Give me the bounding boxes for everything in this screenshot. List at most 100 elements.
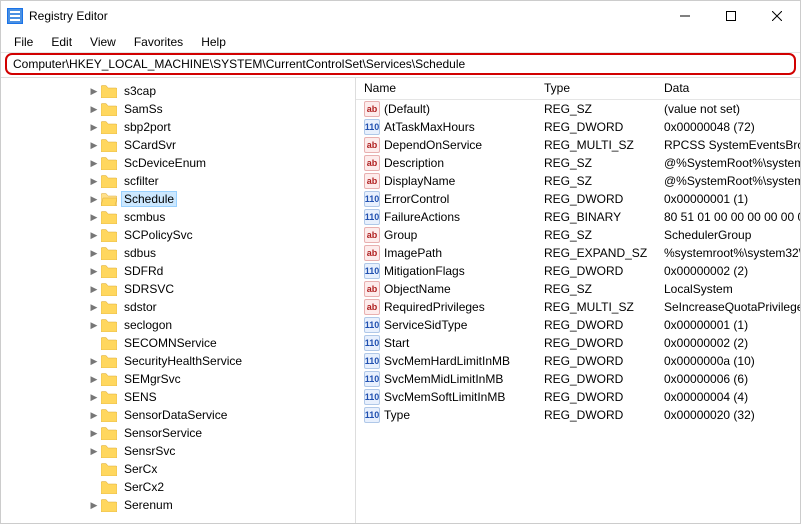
value-type: REG_SZ (536, 156, 656, 170)
tree-item[interactable]: ▶ScDeviceEnum (1, 154, 355, 172)
value-data: 0x0000000a (10) (656, 354, 800, 368)
list-row[interactable]: 110StartREG_DWORD0x00000002 (2) (356, 334, 800, 352)
tree-item[interactable]: SECOMNService (1, 334, 355, 352)
chevron-right-icon[interactable]: ▶ (87, 248, 101, 259)
chevron-right-icon[interactable]: ▶ (87, 104, 101, 115)
column-header-data[interactable]: Data (656, 78, 800, 99)
folder-icon (101, 481, 117, 494)
tree-item[interactable]: ▶SensorService (1, 424, 355, 442)
list-row[interactable]: 110SvcMemSoftLimitInMBREG_DWORD0x0000000… (356, 388, 800, 406)
maximize-button[interactable] (708, 1, 754, 31)
tree-item[interactable]: SerCx2 (1, 478, 355, 496)
menu-help[interactable]: Help (192, 35, 235, 49)
tree-item[interactable]: ▶scmbus (1, 208, 355, 226)
list-row[interactable]: abDescriptionREG_SZ@%SystemRoot%\system3… (356, 154, 800, 172)
value-data: 0x00000001 (1) (656, 318, 800, 332)
tree-item-label: s3cap (121, 84, 159, 98)
chevron-right-icon[interactable]: ▶ (87, 410, 101, 421)
tree-item[interactable]: ▶SENS (1, 388, 355, 406)
column-header-name[interactable]: Name (356, 78, 536, 99)
chevron-right-icon[interactable]: ▶ (87, 446, 101, 457)
close-button[interactable] (754, 1, 800, 31)
chevron-right-icon[interactable]: ▶ (87, 500, 101, 511)
tree-item[interactable]: ▶sbp2port (1, 118, 355, 136)
value-name: Group (384, 228, 417, 242)
value-data: 0x00000002 (2) (656, 264, 800, 278)
folder-icon (101, 445, 117, 458)
chevron-right-icon[interactable]: ▶ (87, 374, 101, 385)
list-row[interactable]: ab(Default)REG_SZ(value not set) (356, 100, 800, 118)
chevron-right-icon[interactable]: ▶ (87, 320, 101, 331)
menu-view[interactable]: View (81, 35, 125, 49)
tree-item[interactable]: ▶ s3cap (1, 82, 355, 100)
chevron-right-icon[interactable]: ▶ (87, 158, 101, 169)
tree-item[interactable]: ▶SEMgrSvc (1, 370, 355, 388)
tree-item[interactable]: ▶SensorDataService (1, 406, 355, 424)
tree-item[interactable]: ▶SCPolicySvc (1, 226, 355, 244)
tree-item[interactable]: ▶SDFRd (1, 262, 355, 280)
binary-value-icon: 110 (364, 191, 380, 207)
value-name-cell: ab Group (356, 227, 536, 243)
folder-icon (101, 121, 117, 134)
value-data: 0x00000006 (6) (656, 372, 800, 386)
chevron-right-icon[interactable]: ▶ (87, 284, 101, 295)
list-row[interactable]: abDisplayNameREG_SZ@%SystemRoot%\system3… (356, 172, 800, 190)
chevron-right-icon[interactable]: ▶ (87, 86, 101, 97)
tree-item[interactable]: ▶SecurityHealthService (1, 352, 355, 370)
list-row[interactable]: abImagePathREG_EXPAND_SZ%systemroot%\sys… (356, 244, 800, 262)
chevron-right-icon[interactable]: ▶ (87, 266, 101, 277)
list-row[interactable]: 110ErrorControlREG_DWORD0x00000001 (1) (356, 190, 800, 208)
list-row[interactable]: 110AtTaskMaxHoursREG_DWORD0x00000048 (72… (356, 118, 800, 136)
chevron-right-icon[interactable]: ▶ (87, 140, 101, 151)
tree-item[interactable]: ▶scfilter (1, 172, 355, 190)
chevron-right-icon[interactable]: ▶ (87, 356, 101, 367)
chevron-right-icon[interactable]: ▶ (87, 230, 101, 241)
minimize-button[interactable] (662, 1, 708, 31)
chevron-right-icon[interactable]: ▶ (87, 176, 101, 187)
tree-item-label: SerCx2 (121, 480, 167, 494)
list-row[interactable]: abDependOnServiceREG_MULTI_SZRPCSS Syste… (356, 136, 800, 154)
chevron-right-icon[interactable]: ▶ (87, 302, 101, 313)
binary-value-icon: 110 (364, 317, 380, 333)
value-name-cell: 110MitigationFlags (356, 263, 536, 279)
binary-value-icon: 110 (364, 209, 380, 225)
value-data: 80 51 01 00 00 00 00 00 00 00 00 00 03 0… (656, 210, 800, 224)
chevron-right-icon[interactable]: ▶ (87, 392, 101, 403)
chevron-right-icon[interactable]: ▶ (87, 212, 101, 223)
string-value-icon: ab (364, 227, 380, 243)
menu-file[interactable]: File (5, 35, 42, 49)
tree-item[interactable]: ▶ Schedule (1, 190, 355, 208)
tree-item[interactable]: ▶SCardSvr (1, 136, 355, 154)
column-header-type[interactable]: Type (536, 78, 656, 99)
tree-pane[interactable]: ▶ s3cap ▶SamSs▶sbp2port▶SCardSvr▶ScDeviceE… (1, 78, 356, 523)
chevron-right-icon[interactable]: ▶ (87, 122, 101, 133)
tree-item[interactable]: ▶seclogon (1, 316, 355, 334)
value-data: (value not set) (656, 102, 800, 116)
tree-item[interactable]: ▶SamSs (1, 100, 355, 118)
menu-favorites[interactable]: Favorites (125, 35, 192, 49)
tree-item[interactable]: ▶Serenum (1, 496, 355, 514)
list-row[interactable]: 110TypeREG_DWORD0x00000020 (32) (356, 406, 800, 424)
tree-item[interactable]: ▶sdbus (1, 244, 355, 262)
menu-edit[interactable]: Edit (42, 35, 81, 49)
chevron-right-icon[interactable]: ▶ (87, 194, 101, 205)
list-pane[interactable]: Name Type Data ab(Default)REG_SZ(value n… (356, 78, 800, 523)
folder-icon (101, 463, 117, 476)
chevron-right-icon[interactable]: ▶ (87, 428, 101, 439)
address-input[interactable]: Computer\HKEY_LOCAL_MACHINE\SYSTEM\Curre… (5, 53, 796, 75)
list-row[interactable]: 110MitigationFlagsREG_DWORD0x00000002 (2… (356, 262, 800, 280)
tree-item[interactable]: ▶SDRSVC (1, 280, 355, 298)
list-row[interactable]: abObjectNameREG_SZLocalSystem (356, 280, 800, 298)
value-name-cell: 110AtTaskMaxHours (356, 119, 536, 135)
list-row[interactable]: 110FailureActionsREG_BINARY80 51 01 00 0… (356, 208, 800, 226)
folder-icon (101, 211, 117, 224)
tree-item[interactable]: ▶SensrSvc (1, 442, 355, 460)
list-row[interactable]: abRequiredPrivilegesREG_MULTI_SZSeIncrea… (356, 298, 800, 316)
tree-item[interactable]: ▶sdstor (1, 298, 355, 316)
list-row[interactable]: 110ServiceSidTypeREG_DWORD0x00000001 (1) (356, 316, 800, 334)
list-row[interactable]: abGroupREG_SZSchedulerGroup (356, 226, 800, 244)
list-row[interactable]: 110SvcMemMidLimitInMBREG_DWORD0x00000006… (356, 370, 800, 388)
tree-item[interactable]: SerCx (1, 460, 355, 478)
tree-item-label: Schedule (121, 191, 177, 207)
list-row[interactable]: 110SvcMemHardLimitInMBREG_DWORD0x0000000… (356, 352, 800, 370)
